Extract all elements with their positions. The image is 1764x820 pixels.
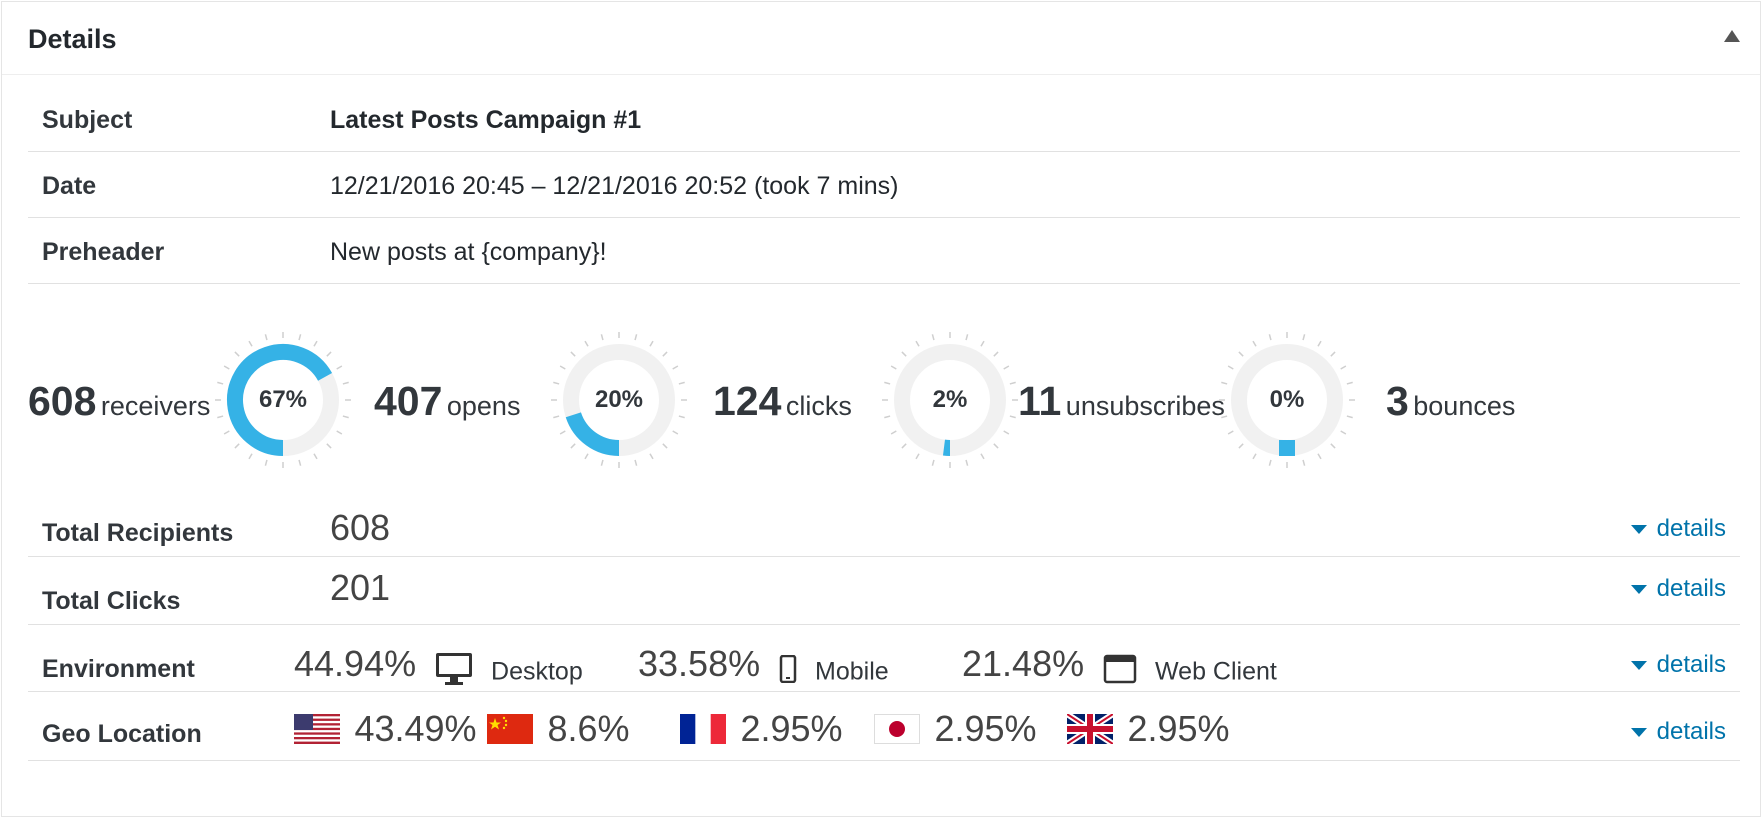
unsubscribes-label: unsubscribes [1065, 391, 1225, 421]
bounces-rate-donut: 0% [1217, 330, 1357, 470]
total-clicks-value: 201 [330, 567, 391, 608]
date-value: 12/21/2016 20:45 – 12/21/2016 20:52 (too… [330, 172, 899, 200]
geo-item-japan: 2.95% [874, 708, 1037, 750]
geo-item-china: 8.6% [487, 708, 630, 750]
opens-count: 407 [374, 378, 443, 424]
opens-label: opens [446, 391, 521, 421]
geo-percent: 2.95% [934, 708, 1037, 749]
total-clicks-row: Total Clicks 201 details [28, 557, 1740, 625]
geo-details-link[interactable]: details [1630, 718, 1726, 746]
details-link-label: details [1656, 515, 1726, 542]
environment-percent: 33.58% [638, 643, 761, 684]
unsubscribes-rate-text: 2% [932, 386, 968, 413]
receivers-label: receivers [100, 391, 211, 421]
bounces-stat: 3 bounces [1386, 378, 1515, 425]
japan-flag-icon [874, 714, 920, 744]
receivers-count: 608 [28, 378, 97, 424]
clicks-rate-text: 20% [594, 386, 644, 413]
panel-header[interactable]: Details [2, 2, 1760, 75]
environment-percent: 21.48% [962, 643, 1085, 684]
opens-rate-donut: 67% [213, 330, 353, 470]
geo-percent: 43.49% [354, 708, 477, 749]
bounces-rate-text: 0% [1269, 386, 1305, 413]
geo-location-label: Geo Location [42, 720, 202, 748]
bounces-label: bounces [1413, 391, 1516, 421]
france-flag-icon [680, 714, 726, 744]
details-panel: Details Subject Latest Posts Campaign #1… [1, 1, 1761, 817]
total-recipients-value: 608 [330, 507, 391, 548]
geo-percent: 8.6% [547, 708, 630, 749]
bounces-count: 3 [1386, 378, 1409, 424]
uk-flag-icon [1065, 711, 1115, 747]
geo-item-us: 43.49% [294, 708, 477, 750]
clicks-label: clicks [785, 391, 852, 421]
clicks-rate-donut: 20% [549, 330, 689, 470]
clicks-stat: 124 clicks [713, 378, 852, 425]
opens-rate-text: 67% [258, 386, 308, 413]
geo-percent: 2.95% [740, 708, 843, 749]
environment-name: Mobile [815, 657, 889, 686]
unsubscribes-count: 11 [1018, 378, 1062, 424]
total-recipients-row: Total Recipients 608 details [28, 489, 1740, 557]
environment-desktop: 44.94% Desktop [294, 643, 583, 691]
subject-value: Latest Posts Campaign #1 [330, 106, 642, 134]
stats-overview: 608 receivers 67% 407 opens 20% 124 clic… [28, 284, 1740, 489]
caret-down-icon [1630, 585, 1647, 595]
opens-stat: 407 opens [374, 378, 520, 425]
caret-down-icon [1630, 525, 1647, 535]
clicks-details-link[interactable]: details [1630, 575, 1726, 603]
panel-title: Details [28, 24, 117, 54]
receivers-stat: 608 receivers [28, 378, 210, 425]
geo-item-uk: 2.95% [1065, 708, 1230, 750]
unsubscribes-rate-donut: 2% [880, 330, 1020, 470]
environment-name: Desktop [491, 657, 583, 686]
details-link-label: details [1656, 575, 1726, 602]
collapse-toggle-icon[interactable] [1724, 30, 1740, 42]
desktop-icon [435, 652, 473, 691]
caret-down-icon [1630, 728, 1647, 738]
subject-row: Subject Latest Posts Campaign #1 [28, 74, 1740, 152]
date-label: Date [42, 172, 97, 200]
geo-percent: 2.95% [1127, 708, 1230, 749]
unsubscribes-stat: 11 unsubscribes [1018, 378, 1225, 425]
geo-location-row: Geo Location 43.49% 8.6% 2.95% 2.95% 2.9… [28, 692, 1740, 761]
preheader-label: Preheader [42, 238, 165, 266]
geo-item-france: 2.95% [680, 708, 843, 750]
preheader-row: Preheader New posts at {company}! [28, 218, 1740, 284]
china-flag-icon [487, 714, 533, 744]
subject-label: Subject [42, 106, 133, 134]
us-flag-icon [294, 714, 340, 744]
preheader-value: New posts at {company}! [330, 238, 607, 266]
environment-mobile: 33.58% Mobile [638, 643, 889, 688]
environment-percent: 44.94% [294, 643, 417, 684]
environment-details-link[interactable]: details [1630, 651, 1726, 679]
environment-name: Web Client [1155, 657, 1277, 686]
clicks-count: 124 [713, 378, 782, 424]
recipients-details-link[interactable]: details [1630, 515, 1726, 543]
details-link-label: details [1656, 718, 1726, 745]
panel-body: Subject Latest Posts Campaign #1 Date 12… [28, 74, 1740, 761]
date-row: Date 12/21/2016 20:45 – 12/21/2016 20:52… [28, 152, 1740, 218]
details-link-label: details [1656, 651, 1726, 678]
environment-label: Environment [42, 655, 195, 683]
total-clicks-label: Total Clicks [42, 587, 181, 615]
caret-down-icon [1630, 661, 1647, 671]
environment-row: Environment 44.94% Desktop 33.58% Mobile… [28, 625, 1740, 692]
total-recipients-label: Total Recipients [42, 519, 234, 547]
mobile-icon [779, 655, 797, 688]
web-client-icon [1103, 654, 1137, 689]
environment-web-client: 21.48% Web Client [962, 643, 1277, 689]
